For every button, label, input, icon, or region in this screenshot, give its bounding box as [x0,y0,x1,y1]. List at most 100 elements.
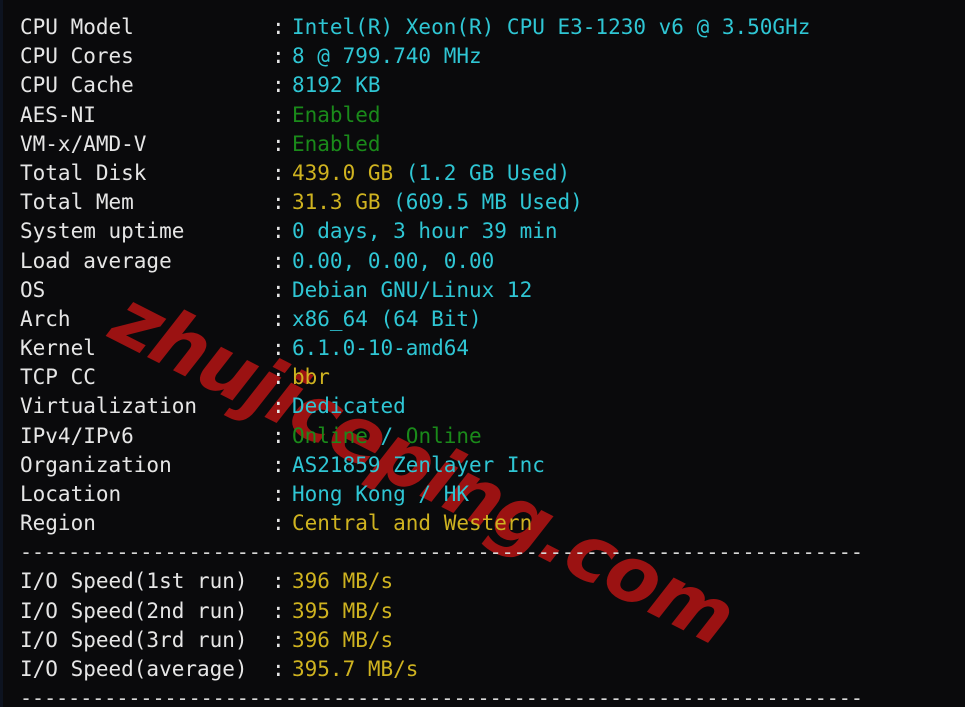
io-speed-row: I/O Speed(average):395.7 MB/s [0,655,965,684]
info-value: Online / Online [292,422,482,451]
info-label: Total Disk [20,160,147,185]
info-label: System uptime [20,219,185,244]
info-value: 0.00, 0.00, 0.00 [292,248,495,273]
system-info-row: System uptime:0 days, 3 hour 39 min [0,217,965,246]
info-value-part: (1.2 GB Used) [405,160,571,185]
info-value: Dedicated [292,394,406,419]
info-colon: : [272,394,285,419]
info-label: CPU Cache [20,73,134,98]
system-info-row: Arch: x86_64 (64 Bit) [0,305,965,334]
info-value: 395.7 MB/s [292,656,419,681]
info-label: I/O Speed(average) [20,656,248,681]
info-label: I/O Speed(1st run) [20,569,248,594]
info-value-part: 439.0 GB [292,160,406,185]
info-label: Region [20,511,96,536]
info-value: x86_64 (64 Bit) [292,306,482,331]
system-info-row: Kernel:6.1.0-10-amd64 [0,334,965,363]
system-info-row: CPU Cache:8192 KB [0,71,965,100]
terminal-content: ----------------------------------------… [0,0,965,707]
io-speed-row: I/O Speed(3rd run):396 MB/s [0,626,965,655]
info-label: Organization [20,452,172,477]
info-label: CPU Cores [20,44,134,69]
info-colon: : [272,131,285,156]
terminal-window: zhujiceping.com ------------------------… [0,0,965,707]
info-label: Kernel [20,336,96,361]
info-label: CPU Model [20,15,134,39]
info-label: Total Mem [20,190,134,215]
info-value: Enabled [292,131,381,156]
info-colon: : [272,277,285,302]
info-label: Virtualization [20,394,198,419]
io-speed-row: I/O Speed(2nd run):395 MB/s [0,597,965,626]
info-colon: : [272,219,285,244]
info-colon: : [272,15,285,39]
system-info-row: IPv4/IPv6: Online / Online [0,422,965,451]
system-info-section: CPU Model: Intel(R) Xeon(R) CPU E3-1230 v… [0,13,965,538]
info-colon: : [272,598,285,623]
info-value-part: 31.3 GB [292,190,394,215]
system-info-row: OS: Debian GNU/Linux 12 [0,276,965,305]
info-colon: : [272,160,285,185]
info-colon: : [272,423,285,448]
info-value: Hong Kong / HK [292,482,470,506]
info-label: VM-x/AMD-V [20,131,147,156]
info-value: 31.3 GB (609.5 MB Used) [292,188,583,217]
info-label: AES-NI [20,102,96,127]
system-info-row: VM-x/AMD-V: Enabled [0,130,965,159]
info-value: 396 MB/s [292,627,394,652]
system-info-row: CPU Cores:8 @ 799.740 MHz [0,42,965,71]
info-value-part: Online [405,423,482,448]
info-value-part: / [367,423,406,448]
info-colon: : [272,102,285,127]
info-colon: : [272,511,285,536]
info-colon: : [272,306,285,331]
system-info-row: Total Mem:31.3 GB (609.5 MB Used) [0,188,965,217]
info-label: I/O Speed(2nd run) [20,598,248,623]
info-value: Enabled [292,102,381,127]
io-speed-row: I/O Speed(1st run):396 MB/s [0,567,965,596]
info-colon: : [272,482,285,506]
info-value: 396 MB/s [292,569,394,594]
info-value: Central and Western [292,511,533,536]
info-colon: : [272,365,285,390]
info-value-part: Online [292,423,368,448]
info-value: 395 MB/s [292,598,394,623]
info-value: Intel(R) Xeon(R) CPU E3-1230 v6 @ 3.50GH… [292,15,811,39]
info-colon: : [272,190,285,215]
system-info-row: Virtualization: Dedicated [0,392,965,421]
info-value: 439.0 GB (1.2 GB Used) [292,159,570,188]
system-info-row: Total Disk:439.0 GB (1.2 GB Used) [0,159,965,188]
system-info-row: Region: Central and Western [0,509,965,538]
info-colon: : [272,569,285,594]
info-value: AS21859 Zenlayer Inc [292,452,545,477]
system-info-row: Location: Hong Kong / HK [0,480,965,509]
info-colon: : [272,248,285,273]
system-info-row: Load average:0.00, 0.00, 0.00 [0,247,965,276]
separator-bottom: ----------------------------------------… [20,686,863,707]
info-value: 8 @ 799.740 MHz [292,44,482,69]
info-colon: : [272,44,285,69]
info-label: IPv4/IPv6 [20,423,134,448]
info-label: TCP CC [20,365,96,390]
separator-middle: ----------------------------------------… [20,540,863,565]
system-info-row: TCP CC: bbr [0,363,965,392]
system-info-row: Organization: AS21859 Zenlayer Inc [0,451,965,480]
info-label: I/O Speed(3rd run) [20,627,248,652]
info-colon: : [272,627,285,652]
info-label: Load average [20,248,172,273]
info-value: Debian GNU/Linux 12 [292,277,533,302]
io-speed-section: I/O Speed(1st run):396 MB/s I/O Speed(2nd… [0,567,965,684]
info-label: Arch [20,306,71,331]
info-colon: : [272,656,285,681]
info-value-part: (609.5 MB Used) [393,190,583,215]
info-colon: : [272,73,285,98]
system-info-row: AES-NI: Enabled [0,101,965,130]
info-colon: : [272,336,285,361]
separator-top: ----------------------------------------… [0,0,965,13]
info-value: 6.1.0-10-amd64 [292,336,470,361]
info-label: Location [20,482,122,506]
system-info-row: CPU Model: Intel(R) Xeon(R) CPU E3-1230 v… [0,13,965,42]
info-colon: : [272,452,285,477]
info-value: 8192 KB [292,73,381,98]
info-value: bbr [292,365,330,390]
